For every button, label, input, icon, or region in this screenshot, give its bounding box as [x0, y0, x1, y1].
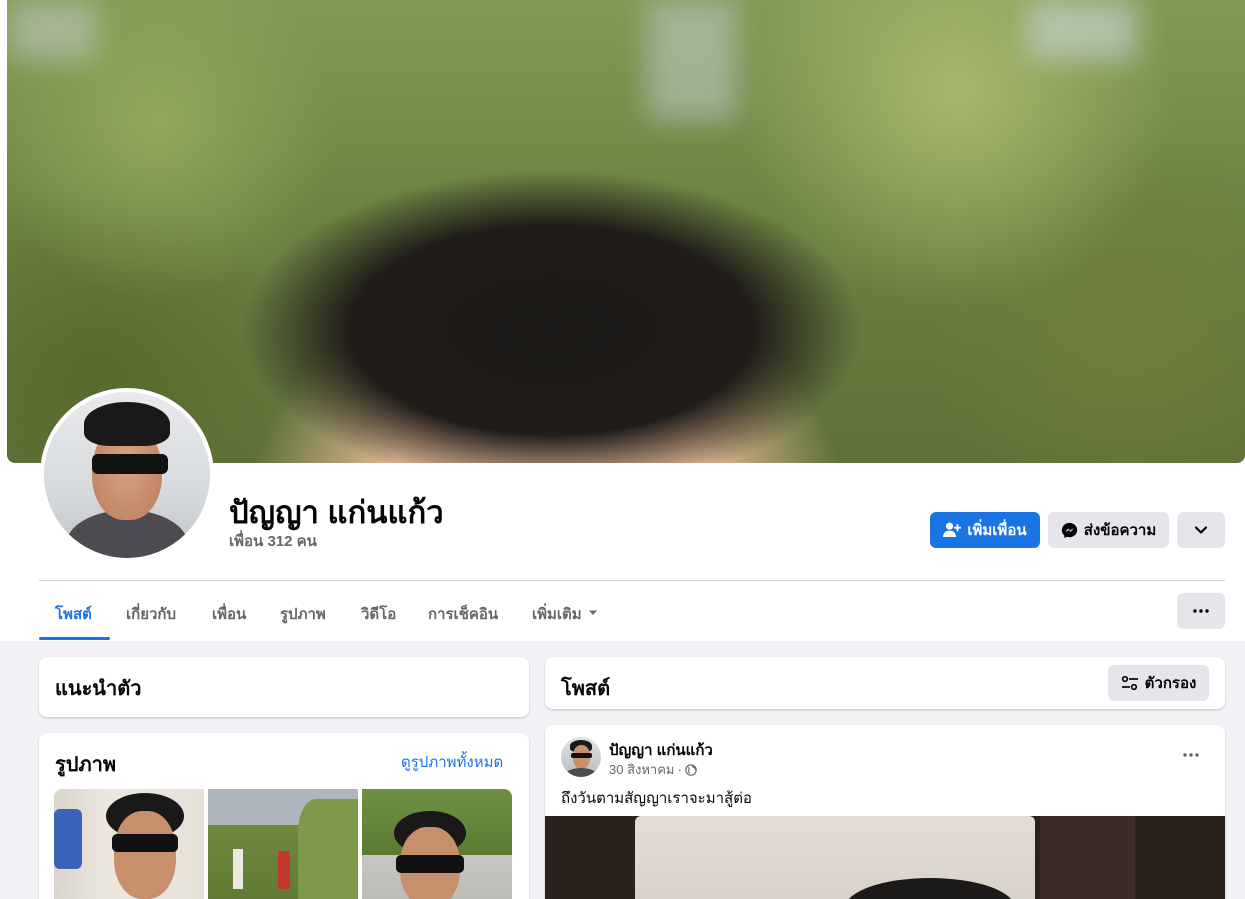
tab-checkins[interactable]: การเช็คอิน	[428, 593, 498, 641]
profile-picture[interactable]	[40, 388, 214, 562]
post-image-detail	[1040, 816, 1135, 899]
avatar	[44, 392, 210, 558]
add-friend-label: เพิ่มเพื่อน	[967, 522, 1027, 539]
post-text: ถึงวันตามสัญญาเราจะมาสู้ต่อ	[561, 790, 752, 807]
chevron-down-icon	[1194, 526, 1208, 534]
filter-button[interactable]: ตัวกรอง	[1108, 665, 1209, 701]
tab-more-label: เพิ่มเติม	[532, 606, 582, 623]
more-options-button[interactable]	[1177, 593, 1225, 629]
avatar-glasses	[571, 753, 592, 758]
tab-friends[interactable]: เพื่อน	[212, 593, 246, 641]
message-button[interactable]: ส่งข้อความ	[1048, 512, 1169, 548]
tab-videos[interactable]: วิดีโอ	[361, 593, 396, 641]
photo-detail	[54, 809, 82, 869]
post-author-avatar[interactable]	[561, 737, 601, 777]
cover-sky	[7, 0, 97, 60]
tab-more[interactable]: เพิ่มเติม	[532, 593, 598, 641]
profile-options-button[interactable]	[1177, 512, 1225, 548]
see-all-photos-link[interactable]: ดูรูปภาพทั้งหมด	[401, 750, 503, 774]
post-meta: 30 สิงหาคม ·	[609, 759, 697, 780]
cover-sky	[1027, 0, 1137, 60]
photo-detail	[396, 855, 464, 873]
avatar-shirt	[566, 768, 596, 777]
tab-about[interactable]: เกี่ยวกับ	[126, 593, 176, 641]
photos-title[interactable]: รูปภาพ	[55, 748, 116, 780]
filter-label: ตัวกรอง	[1144, 675, 1197, 692]
message-label: ส่งข้อความ	[1083, 522, 1157, 539]
post-options-button[interactable]	[1173, 737, 1209, 773]
photo-detail	[112, 834, 178, 852]
globe-icon	[685, 763, 697, 776]
avatar-glasses	[92, 454, 168, 474]
photo-thumbnail[interactable]	[208, 789, 358, 899]
friends-count[interactable]: เพื่อน 312 คน	[229, 529, 317, 553]
add-friend-button[interactable]: เพิ่มเพื่อน	[930, 512, 1040, 548]
photo-detail	[114, 811, 176, 899]
photo-thumbnail[interactable]	[54, 789, 204, 899]
tab-posts[interactable]: โพสต์	[55, 593, 92, 641]
add-friend-icon	[943, 522, 962, 537]
photo-detail	[278, 851, 290, 889]
photo-detail	[298, 799, 358, 899]
photo-detail	[233, 849, 243, 889]
meta-separator: ·	[677, 762, 682, 777]
messenger-icon	[1061, 522, 1077, 538]
header-divider	[39, 580, 1225, 581]
active-tab-indicator	[39, 637, 110, 640]
more-dots-icon	[1193, 609, 1209, 613]
intro-title: แนะนำตัว	[55, 678, 142, 700]
post-image[interactable]	[545, 816, 1225, 899]
cover-photo[interactable]	[7, 0, 1245, 463]
caret-down-icon	[588, 610, 597, 615]
avatar-hair	[84, 402, 170, 446]
posts-title: โพสต์	[561, 678, 611, 700]
photo-thumbnail[interactable]	[362, 789, 512, 899]
tab-photos[interactable]: รูปภาพ	[280, 593, 326, 641]
cover-sky	[647, 0, 737, 120]
more-dots-icon	[1183, 753, 1199, 757]
post-date[interactable]: 30 สิงหาคม	[609, 759, 675, 780]
filter-icon	[1121, 675, 1138, 691]
